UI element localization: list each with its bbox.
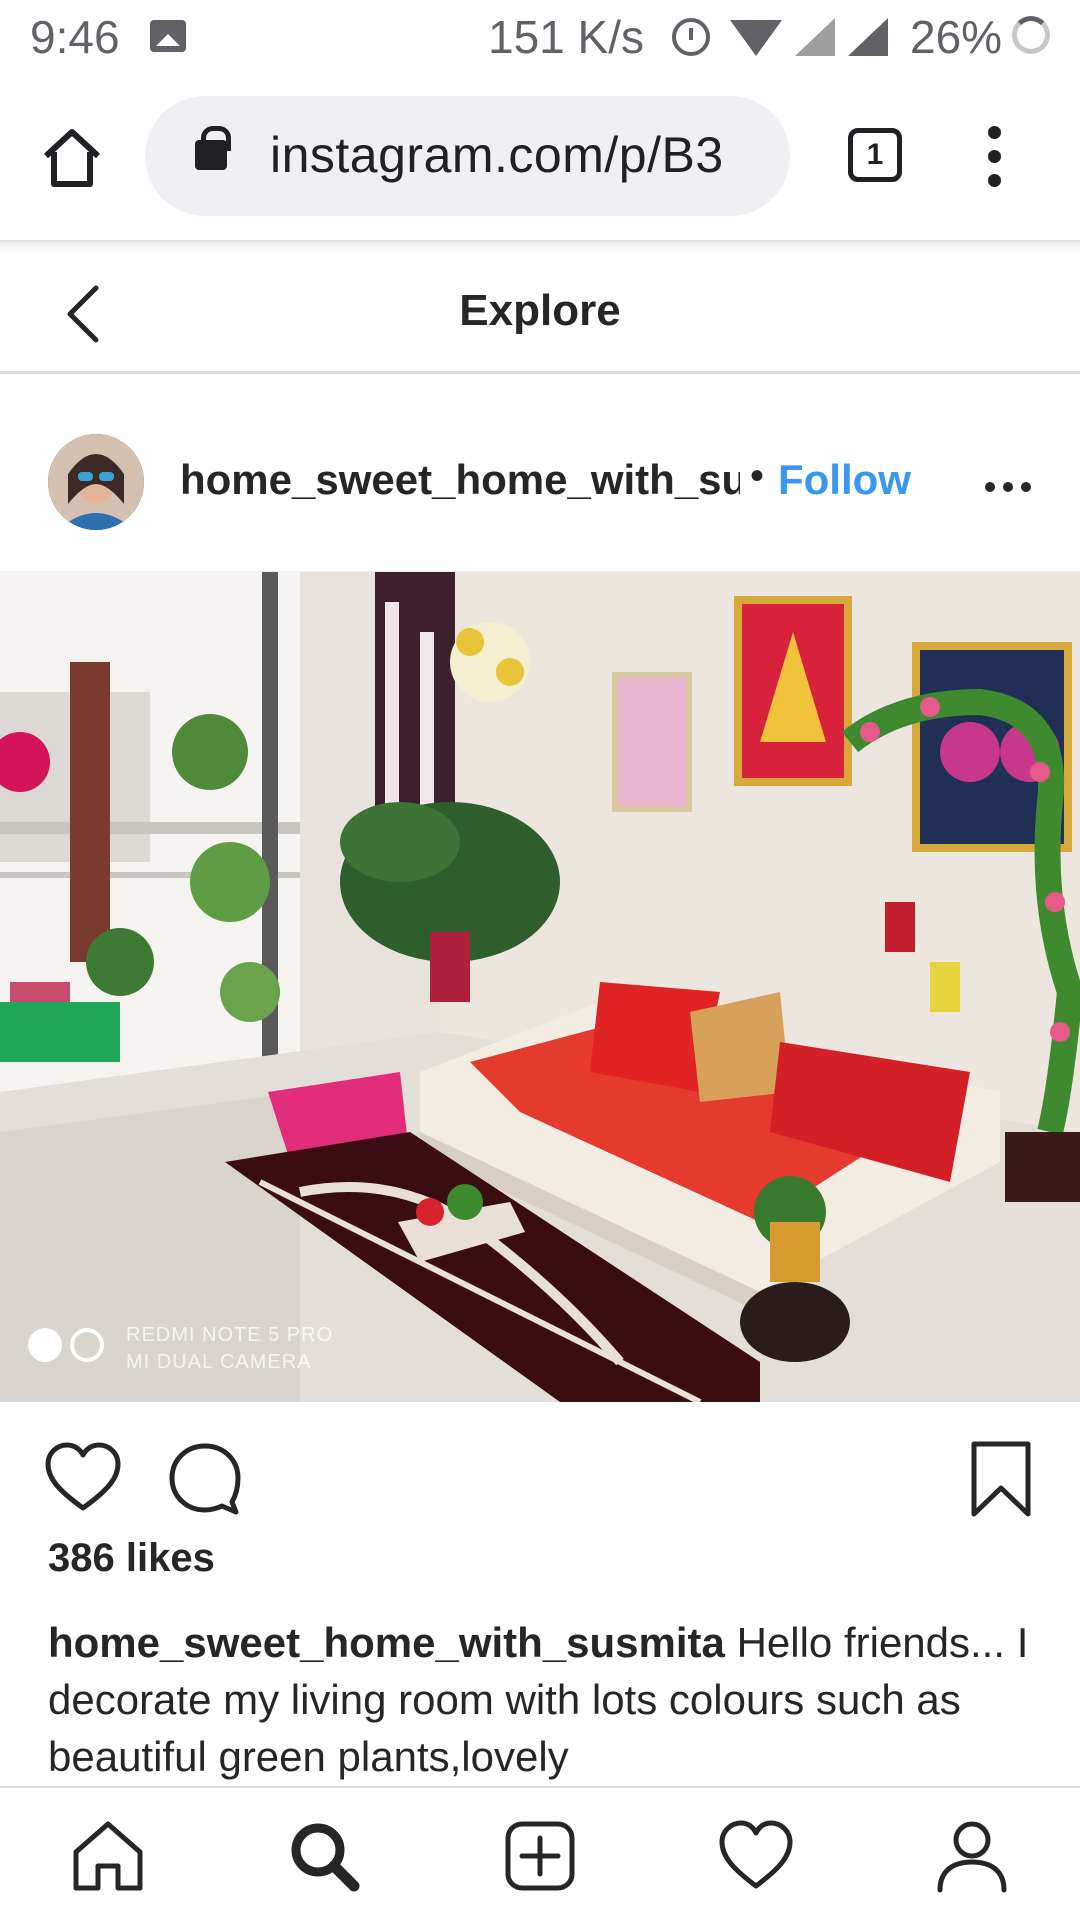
signal-icon [848,18,888,56]
watermark-line-1: REDMI NOTE 5 PRO [126,1324,334,1346]
url-text[interactable]: instagram.com/p/B3 [270,126,724,184]
avatar-image [48,434,144,530]
add-post-icon[interactable] [502,1818,578,1894]
home-icon[interactable] [70,1818,146,1894]
status-time: 9:46 [30,11,120,63]
search-icon[interactable] [286,1818,362,1894]
overflow-menu-icon[interactable] [980,126,1010,190]
comment-icon[interactable] [166,1440,244,1518]
watermark-line-2: MI DUAL CAMERA [126,1351,312,1373]
page-title: Explore [459,286,621,335]
caption-username[interactable]: home_sweet_home_with_susmita [48,1619,725,1666]
post-header: home_sweet_home_with_susmita • Follow [0,374,1080,572]
browser-home-button[interactable] [40,126,104,190]
ellipsis-icon[interactable] [985,482,1033,494]
separator-dot: • [750,454,765,498]
profile-icon[interactable] [934,1818,1010,1894]
alarm-icon [672,18,710,56]
activity-heart-icon[interactable] [718,1818,794,1894]
carousel-dot [70,1328,104,1362]
avatar[interactable] [48,434,144,530]
living-room-photo [0,572,1080,1402]
bookmark-icon[interactable] [962,1440,1040,1518]
status-bar: 9:46 151 K/s 26% [0,0,1080,76]
wifi-icon [730,20,782,56]
browser-toolbar: instagram.com/p/B3 1 [0,76,1080,242]
carousel-dot-active [28,1328,62,1362]
explore-header: Explore [0,254,1080,374]
post-username[interactable]: home_sweet_home_with_susmita [180,456,740,504]
signal-icon [795,18,835,56]
camera-watermark: REDMI NOTE 5 PRO MI DUAL CAMERA [126,1322,333,1376]
post-caption: home_sweet_home_with_susmita Hello frien… [48,1614,1038,1782]
carousel-indicator [28,1328,118,1368]
follow-button[interactable]: Follow [778,456,911,504]
network-speed: 151 K/s [488,11,644,63]
image-icon [150,20,186,52]
post-photo[interactable]: REDMI NOTE 5 PRO MI DUAL CAMERA [0,572,1080,1402]
toolbar-shadow [0,242,1080,254]
battery-charging-icon [1012,16,1050,54]
battery-percent: 26% [910,11,1003,63]
address-bar[interactable]: instagram.com/p/B3 [145,96,790,216]
lock-icon [195,126,231,170]
post-actions [0,1402,1080,1532]
tabs-button[interactable]: 1 [848,128,902,182]
bottom-navigation [0,1786,1080,1920]
heart-icon[interactable] [44,1440,122,1518]
home-icon [43,129,101,187]
likes-count[interactable]: 386 likes [48,1536,215,1581]
